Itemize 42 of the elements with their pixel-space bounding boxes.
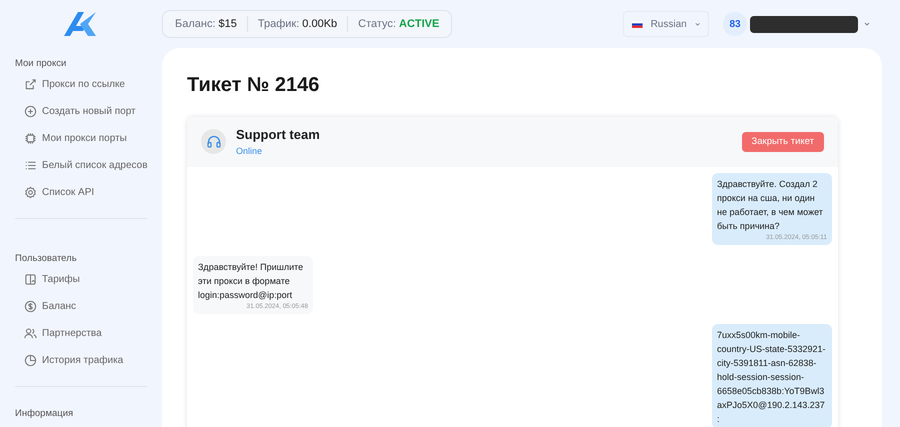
- sidebar-item[interactable]: Баланс: [24, 293, 76, 320]
- plus-circle-icon: [24, 105, 37, 118]
- chevron-down-icon: [694, 22, 700, 26]
- users-icon: [24, 327, 37, 340]
- chip-icon: [24, 132, 37, 145]
- sidebar-item[interactable]: Список API: [24, 179, 94, 206]
- sidebar-item[interactable]: Партнерства: [24, 320, 102, 347]
- sidebar-item[interactable]: Создать новый порт: [24, 98, 136, 125]
- stat-value: $15: [218, 16, 237, 32]
- stat-value: ACTIVE: [399, 16, 440, 32]
- language-dropdown[interactable]: Russian: [623, 11, 709, 37]
- sidebar-item[interactable]: Прокси по ссылке: [24, 71, 125, 98]
- page-title: Тикет № 2146: [187, 73, 320, 97]
- pie-chart-icon: [24, 354, 37, 367]
- message-text: Здравствуйте. Создал 2 прокси на сша, ни один не работает, в чем может быть причина?: [717, 178, 824, 233]
- user-badge[interactable]: 83: [723, 12, 747, 36]
- message-text: 7uxx5s00km-mobile-country-US-state-5332921-city-5391811-asn-62838-hold-session-session-6658e05cb838b:YoT9Bwl3axPJo5X0@190.2.143.237:: [717, 329, 827, 426]
- headset-icon: [206, 135, 220, 148]
- stat-value: 0.00Kb: [302, 16, 338, 32]
- chevron-down-icon[interactable]: [864, 22, 870, 26]
- language-label: Russian: [650, 18, 687, 32]
- sidebar-item[interactable]: Тарифы: [24, 266, 80, 293]
- sidebar-section-title: Пользователь: [15, 252, 78, 266]
- stat-label: Баланс:: [175, 16, 216, 32]
- list-icon: [24, 159, 37, 172]
- chat-contact-name: Support team: [236, 127, 320, 143]
- online-status: Online: [236, 145, 264, 158]
- sidebar-item[interactable]: Мои прокси порты: [24, 125, 127, 152]
- close-ticket-button[interactable]: Закрыть тикет: [742, 132, 824, 152]
- gear-icon: [24, 186, 37, 199]
- sidebar-section-title: Мои прокси: [15, 57, 68, 71]
- russian-flag-icon: [632, 20, 643, 28]
- dollar-coin-icon: [24, 300, 37, 313]
- stat-label: Трафик:: [258, 16, 300, 32]
- message-text: Здравствуйте! Пришлите эти прокси в формате login:password@ip:port: [198, 261, 304, 302]
- tariff-card-icon: [24, 273, 37, 286]
- logo-icon[interactable]: [64, 12, 98, 36]
- sidebar-item[interactable]: Белый список адресов: [24, 152, 148, 179]
- sidebar-item[interactable]: История трафика: [24, 347, 124, 374]
- stat-label: Статус:: [358, 16, 396, 32]
- sidebar-section-title: Информация: [15, 407, 74, 421]
- external-link-icon: [24, 78, 37, 91]
